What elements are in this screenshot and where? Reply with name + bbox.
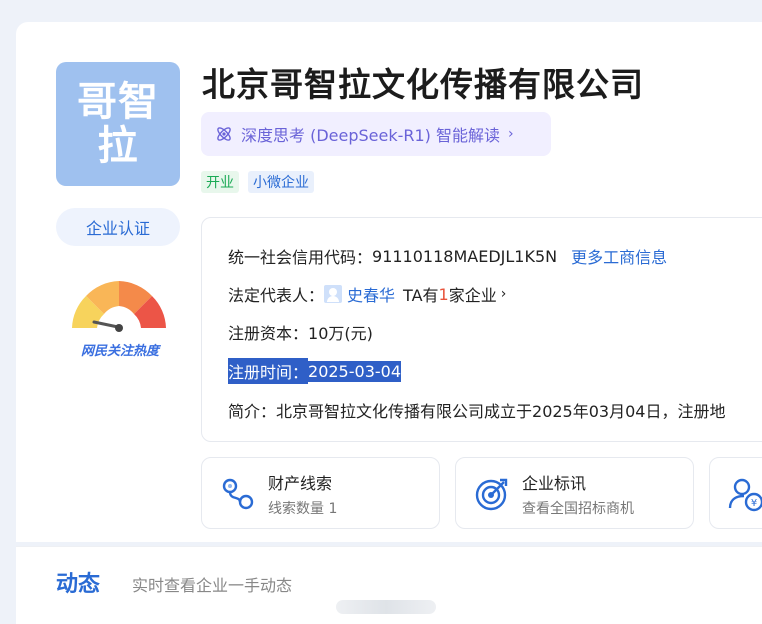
feature-subtitle: 查看全国招标商机 [522,501,634,517]
company-logo: 哥智 拉 [56,62,180,186]
feature-bidding-info[interactable]: 企业标讯 查看全国招标商机 [455,457,694,529]
feature-partial-card[interactable]: ¥ [709,457,762,529]
credit-code-label: 统一社会信用代码： [228,248,373,267]
status-tag-open: 开业 [201,171,239,193]
blurred-placeholder [336,600,436,614]
business-info-box: 统一社会信用代码： 91110118MAEDJL1K5N 更多工商信息 法定代表… [201,217,762,442]
legal-rep-name-link[interactable]: 史春华 [347,282,395,306]
link-nodes-icon [222,478,254,510]
reg-time-label: 注册时间： [228,358,309,384]
capital-value: 10万(元) [308,324,373,343]
heat-label: 网民关注热度 [80,344,159,359]
capital-row: 注册资本： 10万(元) [228,320,373,344]
dynamics-title[interactable]: 动态 [56,566,100,598]
ta-has-prefix[interactable]: TA有 [403,282,438,306]
person-yen-icon: ¥ [728,478,762,512]
intro-label: 简介： [228,402,277,421]
legal-rep-label: 法定代表人： [228,286,325,305]
atom-icon [217,127,231,141]
intro-text: 北京哥智拉文化传播有限公司成立于2025年03月04日，注册地 [276,402,726,421]
feature-subtitle: 线索数量 1 [268,501,338,517]
reg-time-value: 2025-03-04 [308,360,401,382]
ai-analysis-button[interactable]: 深度思考 (DeepSeek-R1) 智能解读 › [201,112,551,156]
chevron-right-icon[interactable]: › [501,286,507,302]
target-icon [475,478,508,511]
credit-code-value: 91110118MAEDJL1K5N [372,246,558,266]
feature-title: 财产线索 [268,474,333,493]
svg-text:¥: ¥ [751,498,757,509]
logo-text-line2: 拉 [97,123,139,169]
reg-time-row: 注册时间： 2025-03-04 [228,358,401,384]
capital-label: 注册资本： [228,324,309,343]
intro-row: 简介： 北京哥智拉文化传播有限公司成立于2025年03月04日，注册地 [228,398,725,422]
chevron-right-icon: › [508,126,514,142]
ta-has-suffix[interactable]: 家企业 [449,282,497,306]
feature-property-clues[interactable]: 财产线索 线索数量 1 [201,457,440,529]
person-avatar-icon [324,285,343,303]
ai-analysis-label: 深度思考 (DeepSeek-R1) 智能解读 [241,126,501,145]
enterprise-certification-button[interactable]: 企业认证 [56,208,180,246]
tag-small-enterprise: 小微企业 [248,171,314,193]
company-name: 北京哥智拉文化传播有限公司 [202,65,644,104]
logo-text-line1: 哥智 [77,79,159,125]
dynamics-subtitle: 实时查看企业一手动态 [132,576,293,595]
legal-rep-row: 法定代表人： 史春华 TA有 1 家企业 › [228,282,506,306]
ta-company-count[interactable]: 1 [439,285,449,304]
more-business-info-link[interactable]: 更多工商信息 [571,244,667,268]
feature-title: 企业标讯 [522,474,587,493]
credit-code-row: 统一社会信用代码： 91110118MAEDJL1K5N 更多工商信息 [228,244,667,268]
